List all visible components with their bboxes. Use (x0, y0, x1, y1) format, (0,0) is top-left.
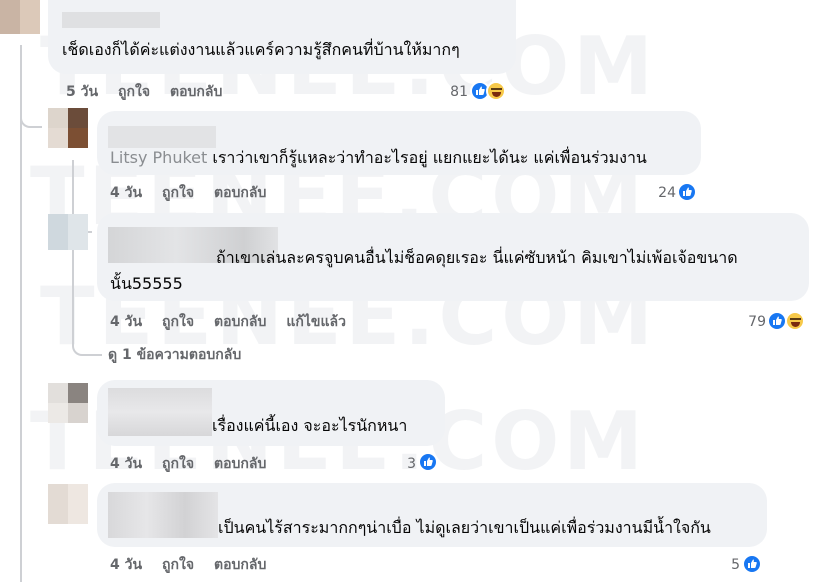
comment-actions: 4 วัน ถูกใจ ตอบกลับ (110, 455, 286, 473)
reply-button[interactable]: ตอบกลับ (214, 185, 266, 201)
redacted-name (108, 492, 218, 538)
like-button[interactable]: ถูกใจ (162, 557, 194, 573)
reply-button[interactable]: ตอบกลับ (214, 456, 266, 472)
timestamp[interactable]: 4 วัน (110, 456, 142, 472)
haha-icon (785, 311, 805, 331)
comment-text-continued: นั้น55555 (110, 274, 183, 293)
haha-icon (486, 81, 506, 101)
avatar[interactable] (48, 484, 88, 524)
reply-button[interactable]: ตอบกลับ (214, 557, 266, 573)
redacted-name (108, 388, 212, 436)
avatar[interactable] (48, 214, 88, 250)
like-button[interactable]: ถูกใจ (162, 185, 194, 201)
timestamp[interactable]: 4 วัน (110, 557, 142, 573)
like-icon (677, 182, 697, 202)
thread-line (72, 160, 74, 340)
timestamp[interactable]: 4 วัน (110, 314, 142, 330)
comment-actions: 4 วัน ถูกใจ ตอบกลับ (110, 184, 286, 202)
comment-text: เรื่องแค่นี้เอง จะอะไรนักหนา (212, 416, 408, 435)
timestamp[interactable]: 4 วัน (110, 185, 142, 201)
tagged-name[interactable]: Litsy Phuket (110, 148, 207, 167)
comment-text: เป็นคนไร้สาระมากกๆน่าเบื่อ ไม่ดูเลยว่าเข… (218, 518, 711, 537)
comment-actions: 5 วัน ถูกใจ ตอบกลับ (66, 83, 242, 101)
avatar[interactable] (0, 0, 40, 34)
thread-connector (72, 336, 102, 356)
like-icon (767, 311, 787, 331)
reply-button[interactable]: ตอบกลับ (170, 84, 222, 100)
reaction-count[interactable]: 3 (392, 455, 416, 473)
comment-text: ถ้าเขาเล่นละครจูบคนอื่นไม่ช็อคดุยเรอะ นี… (216, 248, 738, 267)
reaction-count[interactable]: 5 (720, 556, 740, 574)
like-icon (418, 452, 438, 472)
like-button[interactable]: ถูกใจ (162, 456, 194, 472)
thread-connector (20, 112, 42, 128)
view-replies-link[interactable]: ดู 1 ข้อความตอบกลับ (108, 346, 241, 364)
avatar[interactable] (48, 383, 88, 423)
reply-button[interactable]: ตอบกลับ (214, 314, 266, 330)
comment-text: เช็ดเองก็ได้ค่ะแต่งงานแล้วแคร์ความรู้สึก… (62, 40, 460, 59)
comment-actions: 4 วัน ถูกใจ ตอบกลับ แก้ไขแล้ว (110, 313, 366, 331)
like-button[interactable]: ถูกใจ (118, 84, 150, 100)
reaction-count[interactable]: 81 (440, 83, 468, 101)
comment-text: Litsy Phuket เราว่าเขาก็รู้แหละว่าทำอะไร… (110, 148, 647, 167)
thread-line (20, 45, 22, 582)
reaction-count[interactable]: 24 (648, 184, 676, 202)
like-icon (742, 554, 762, 574)
timestamp[interactable]: 5 วัน (66, 84, 98, 100)
comment-actions: 4 วัน ถูกใจ ตอบกลับ (110, 556, 286, 574)
redacted-name (62, 12, 160, 28)
reaction-count[interactable]: 79 (738, 313, 766, 331)
like-button[interactable]: ถูกใจ (162, 314, 194, 330)
avatar[interactable] (48, 108, 88, 148)
edited-label: แก้ไขแล้ว (286, 314, 346, 330)
